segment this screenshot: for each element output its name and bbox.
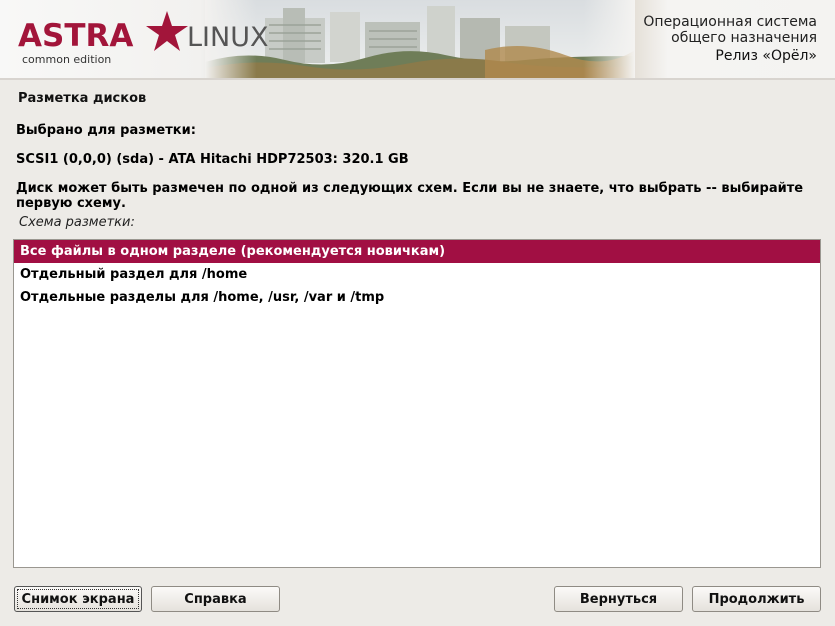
- disk-name: SCSI1 (0,0,0) (sda) - ATA Hitachi HDP725…: [16, 152, 409, 167]
- screenshot-button[interactable]: Снимок экрана: [14, 586, 142, 612]
- scheme-option-separate-home-usr-var-tmp[interactable]: Отдельные разделы для /home, /usr, /var …: [14, 286, 820, 309]
- help-button[interactable]: Справка: [151, 586, 280, 612]
- product-line-2: общего назначения: [671, 30, 817, 46]
- continue-button[interactable]: Продолжить: [692, 586, 821, 612]
- logo-edition: common edition: [22, 53, 112, 66]
- banner-divider: [0, 78, 835, 80]
- scheme-option-all-in-one[interactable]: Все файлы в одном разделе (рекомендуется…: [14, 240, 820, 263]
- page-title: Разметка дисков: [18, 91, 147, 106]
- logo-linux-text: LINUX: [187, 22, 269, 53]
- star-logo-icon: [146, 11, 188, 51]
- description-text: Диск может быть размечен по одной из сле…: [16, 181, 804, 211]
- scheme-list-label: Схема разметки:: [19, 215, 135, 230]
- release-name: Релиз «Орёл»: [715, 48, 817, 64]
- scheme-option-separate-home[interactable]: Отдельный раздел для /home: [14, 263, 820, 286]
- logo-astra-text: ASTRA: [18, 18, 134, 54]
- back-button[interactable]: Вернуться: [554, 586, 683, 612]
- product-info: Операционная система общего назначения Р…: [643, 14, 817, 64]
- partition-scheme-list[interactable]: Все файлы в одном разделе (рекомендуется…: [13, 239, 821, 568]
- header-banner: ASTRA LINUX common edition Операционная …: [0, 0, 835, 80]
- product-line-1: Операционная система: [643, 14, 817, 30]
- selected-for-label: Выбрано для разметки:: [16, 123, 196, 138]
- city-photo-banner: [205, 0, 635, 80]
